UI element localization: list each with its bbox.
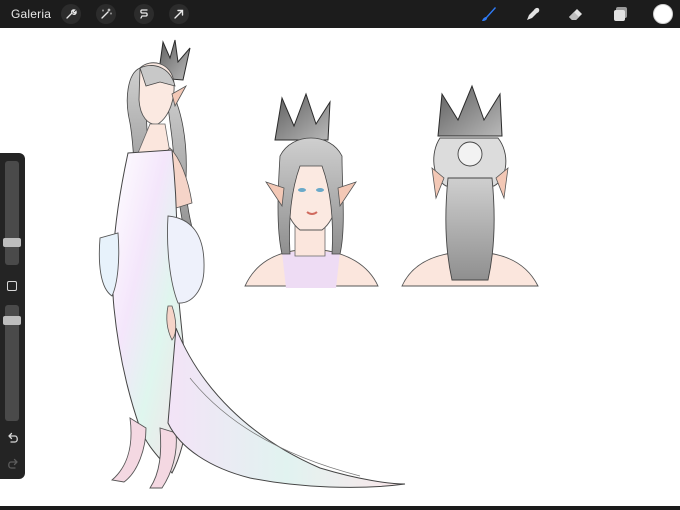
character-design-artwork	[98, 39, 539, 489]
transform-arrow-icon[interactable]	[169, 4, 189, 24]
selection-icon[interactable]	[134, 4, 154, 24]
color-picker-button[interactable]	[653, 4, 673, 24]
brush-icon[interactable]	[479, 4, 499, 24]
wrench-icon[interactable]	[61, 4, 81, 24]
brush-size-slider[interactable]	[5, 161, 19, 265]
side-toolbar	[0, 153, 25, 479]
undo-icon[interactable]	[6, 431, 20, 443]
opacity-thumb[interactable]	[3, 316, 21, 325]
magic-wand-icon[interactable]	[96, 4, 116, 24]
brush-size-thumb[interactable]	[3, 238, 21, 247]
gallery-button[interactable]: Galeria	[11, 7, 51, 21]
layers-icon[interactable]	[611, 4, 631, 24]
smudge-icon[interactable]	[523, 4, 543, 24]
screen-bottom-edge	[0, 506, 680, 510]
modify-square-icon[interactable]	[7, 281, 17, 291]
redo-icon[interactable]	[6, 457, 20, 469]
eraser-icon[interactable]	[566, 4, 586, 24]
front-portrait	[244, 92, 379, 288]
back-portrait	[401, 84, 539, 287]
top-toolbar: Galeria	[0, 0, 680, 28]
drawing-canvas[interactable]	[0, 28, 680, 506]
